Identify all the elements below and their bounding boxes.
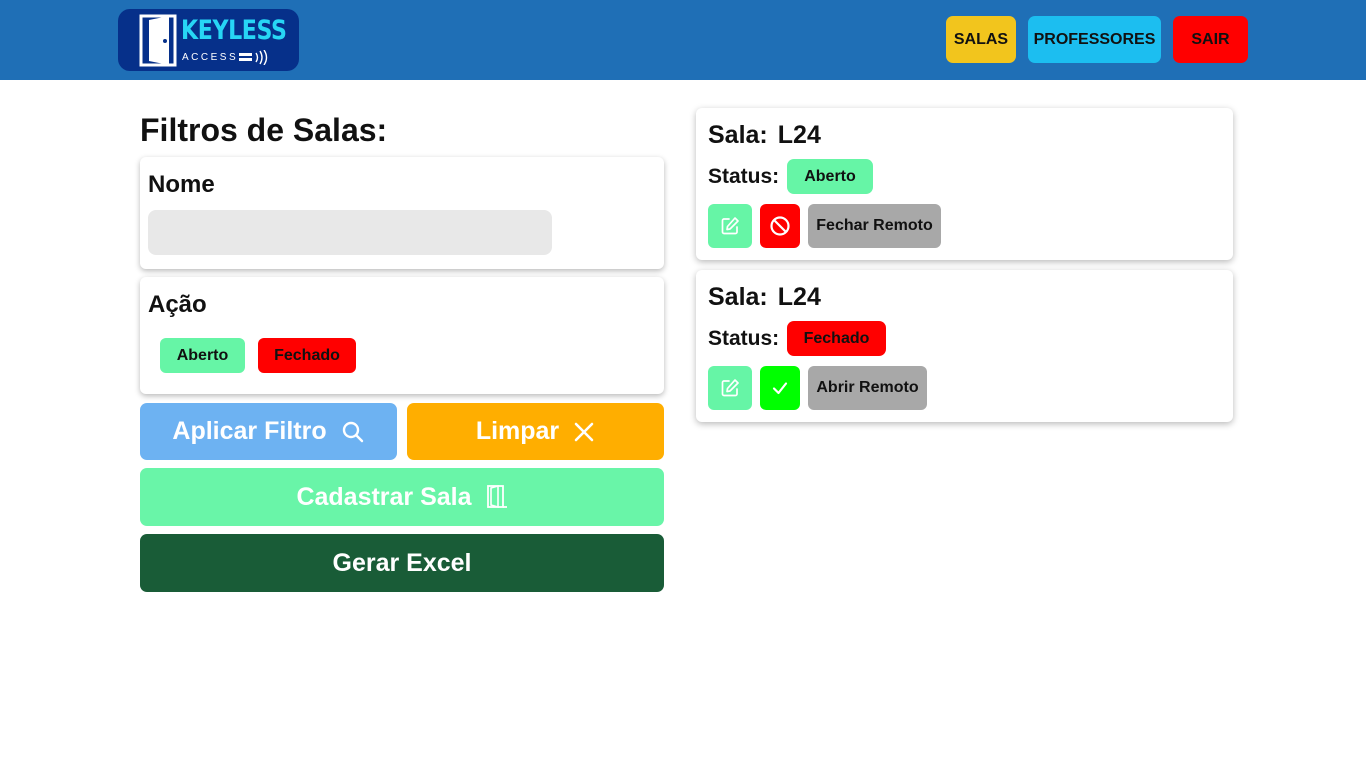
filter-fechado-chip[interactable]: Fechado bbox=[258, 338, 356, 373]
filters-title: Filtros de Salas: bbox=[140, 112, 388, 148]
logo-title: KEYLESS bbox=[181, 15, 287, 46]
door-logo-icon bbox=[139, 14, 177, 67]
room-name: L24 bbox=[777, 283, 821, 311]
edit-icon bbox=[721, 379, 739, 397]
edit-room-button[interactable] bbox=[708, 366, 752, 410]
logo-subtitle: ACCESS bbox=[182, 52, 239, 63]
room-title: Sala: L24 bbox=[708, 283, 821, 312]
status-label: Status: bbox=[708, 327, 780, 350]
unblock-room-button[interactable] bbox=[760, 366, 800, 410]
register-room-label: Cadastrar Sala bbox=[296, 482, 472, 511]
status-label: Status: bbox=[708, 165, 780, 188]
search-icon bbox=[342, 421, 363, 442]
room-label: Sala: bbox=[708, 121, 768, 149]
door-icon bbox=[486, 485, 507, 509]
room-label: Sala: bbox=[708, 283, 768, 311]
acao-filter-card: Ação Aberto Fechado bbox=[140, 277, 664, 394]
edit-icon bbox=[721, 217, 739, 235]
app-header: KEYLESS ACCESS SALAS PROFESSORES SAIR bbox=[0, 0, 1366, 80]
nome-label: Nome bbox=[148, 171, 215, 198]
apply-filter-label: Aplicar Filtro bbox=[172, 417, 327, 445]
room-card: Sala: L24 Status: Fechado Abrir Remoto bbox=[696, 270, 1233, 422]
edit-room-button[interactable] bbox=[708, 204, 752, 248]
register-room-button[interactable]: Cadastrar Sala bbox=[140, 468, 664, 526]
nav-sair-button[interactable]: SAIR bbox=[1173, 16, 1248, 63]
acao-label: Ação bbox=[148, 291, 207, 318]
apply-filter-button[interactable]: Aplicar Filtro bbox=[140, 403, 397, 460]
nome-filter-card: Nome bbox=[140, 157, 664, 269]
remote-open-button[interactable]: Abrir Remoto bbox=[808, 366, 927, 410]
nav-salas-button[interactable]: SALAS bbox=[946, 16, 1016, 63]
close-icon bbox=[574, 422, 594, 441]
check-icon bbox=[772, 382, 788, 395]
block-icon bbox=[770, 216, 790, 236]
generate-excel-button[interactable]: Gerar Excel bbox=[140, 534, 664, 592]
status-badge: Fechado bbox=[787, 321, 886, 356]
filter-aberto-chip[interactable]: Aberto bbox=[160, 338, 245, 373]
clear-filter-label: Limpar bbox=[475, 417, 560, 445]
keyless-logo[interactable]: KEYLESS ACCESS bbox=[118, 9, 299, 71]
status-badge: Aberto bbox=[787, 159, 873, 194]
room-title: Sala: L24 bbox=[708, 121, 821, 150]
nav-professores-button[interactable]: PROFESSORES bbox=[1028, 16, 1161, 63]
block-room-button[interactable] bbox=[760, 204, 800, 248]
clear-filter-button[interactable]: Limpar bbox=[407, 403, 664, 460]
room-card: Sala: L24 Status: Aberto Fechar Remoto bbox=[696, 108, 1233, 260]
room-name: L24 bbox=[777, 121, 821, 149]
card-signal-icon bbox=[239, 50, 268, 65]
remote-close-button[interactable]: Fechar Remoto bbox=[808, 204, 941, 248]
nome-input[interactable] bbox=[148, 210, 552, 255]
